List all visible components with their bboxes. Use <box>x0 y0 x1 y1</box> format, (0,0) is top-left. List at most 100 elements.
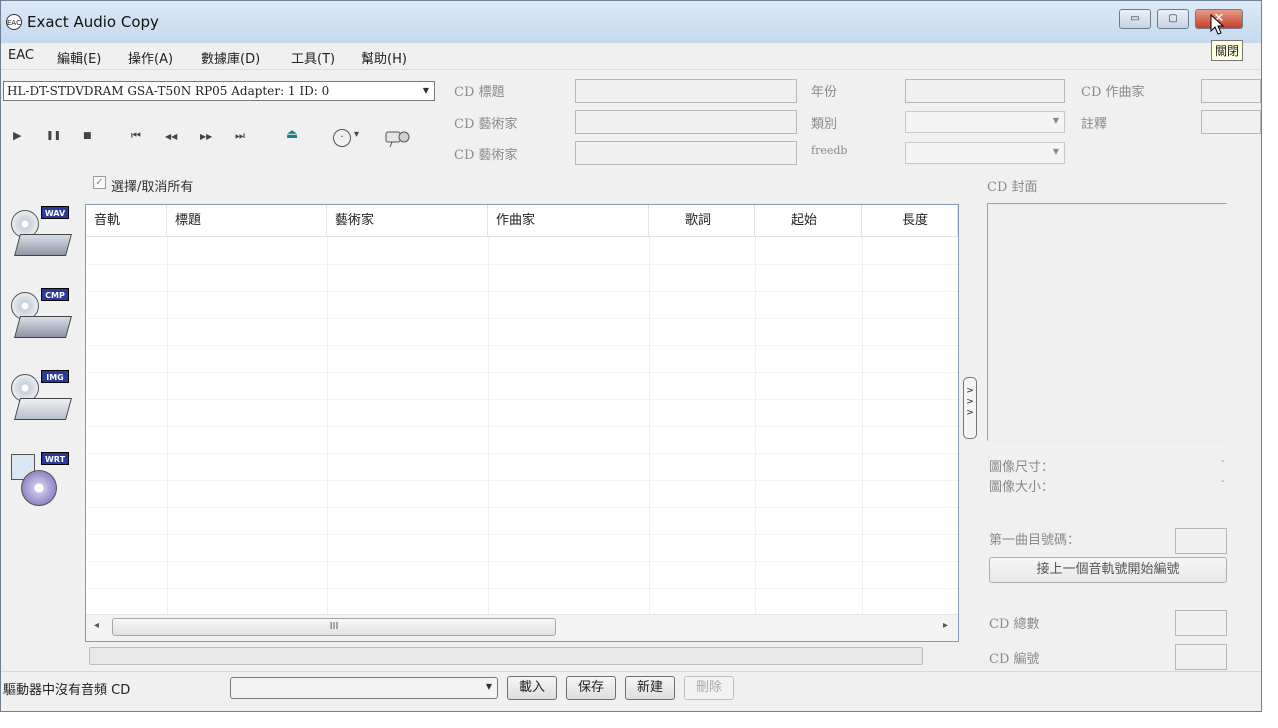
grid-line <box>86 291 958 292</box>
image-filesize-label: 圖像大小： <box>989 480 1055 495</box>
cd-artist-field[interactable] <box>575 110 797 134</box>
scroll-thumb[interactable]: III <box>112 618 556 636</box>
genre-label: 類別 <box>811 117 838 132</box>
grid-line <box>86 372 958 373</box>
column-header-composer[interactable]: 作曲家 <box>488 205 649 237</box>
menu-help[interactable]: 幫助(H) <box>361 48 407 67</box>
composer-label: CD 作曲家 <box>1081 85 1145 100</box>
grid-line <box>86 453 958 454</box>
continue-numbering-button[interactable]: 接上一個音軌號開始編號 <box>989 557 1227 583</box>
grid-line <box>86 588 958 589</box>
write-cd-button[interactable]: WRT <box>7 452 73 516</box>
freedb-label: freedb <box>811 144 848 157</box>
load-button[interactable]: 載入 <box>507 676 557 700</box>
stop-icon[interactable]: ■ <box>83 131 92 141</box>
grid-line <box>86 426 958 427</box>
track-list[interactable]: 音軌 標題 藝術家 作曲家 歌詞 起始 長度 ◂ III ▸ <box>85 204 959 642</box>
wav-badge: WAV <box>41 206 69 219</box>
status-divider <box>1 671 1261 672</box>
first-track-number-label: 第一曲目號碼： <box>989 533 1081 548</box>
menu-eac[interactable]: EAC <box>8 48 34 63</box>
cd-number-field[interactable] <box>1175 644 1227 670</box>
title-bar[interactable]: EAC Exact Audio Copy ▭ ▢ ✕ <box>1 1 1261 43</box>
menu-database[interactable]: 數據庫(D) <box>201 48 260 67</box>
column-header-lyrics[interactable]: 歌詞 <box>649 205 755 237</box>
freedb-dropdown-arrow-icon[interactable]: ▼ <box>1048 143 1064 161</box>
eac-app-icon[interactable]: EAC <box>6 14 22 30</box>
menu-tools[interactable]: 工具(T) <box>291 48 335 67</box>
first-track-number-field[interactable] <box>1175 528 1227 554</box>
cd-cover-image[interactable] <box>987 203 1227 441</box>
eject-icon[interactable]: ⏏ <box>286 127 298 142</box>
play-icon[interactable]: ▶ <box>13 129 21 142</box>
column-header-artist[interactable]: 藝術家 <box>327 205 488 237</box>
cd-count-field[interactable] <box>1175 610 1227 636</box>
cd-number-label: CD 編號 <box>989 652 1040 667</box>
next-track-icon[interactable]: ⏭ <box>235 129 245 143</box>
drive-select-value: HL-DT-STDVDRAM GSA-T50N RP05 Adapter: 1 … <box>7 84 330 98</box>
status-message: 驅動器中沒有音頻 CD <box>3 683 131 698</box>
grid-line <box>86 318 958 319</box>
horizontal-scrollbar[interactable]: ◂ III ▸ <box>86 614 958 641</box>
minimize-button[interactable]: ▭ <box>1119 9 1151 29</box>
select-all-label[interactable]: 選擇/取消所有 <box>111 176 193 195</box>
freedb-select[interactable]: ▼ <box>905 142 1065 164</box>
rewind-icon[interactable]: ◀◀ <box>165 132 177 141</box>
cd-title-field[interactable] <box>575 79 797 103</box>
composer-field[interactable] <box>1201 79 1261 103</box>
genre-dropdown-arrow-icon[interactable]: ▼ <box>1048 112 1064 130</box>
copy-wav-button[interactable]: WAV <box>7 206 73 270</box>
drive-icon <box>14 316 72 338</box>
cd-info-icon[interactable]: · <box>333 129 351 147</box>
copy-compressed-button[interactable]: CMP <box>7 288 73 352</box>
image-dimensions-label: 圖像尺寸： <box>989 460 1055 475</box>
genre-select[interactable]: ▼ <box>905 111 1065 133</box>
comment-field[interactable] <box>1201 110 1261 134</box>
image-dimensions-value: - <box>1221 456 1225 467</box>
grid-line <box>86 561 958 562</box>
maximize-button[interactable]: ▢ <box>1157 9 1189 29</box>
cd-artist2-label: CD 藝術家 <box>454 148 518 163</box>
progress-bar <box>89 647 923 665</box>
wrt-badge: WRT <box>41 452 69 465</box>
drive-dropdown-arrow-icon[interactable]: ▼ <box>418 82 434 100</box>
scroll-left-icon[interactable]: ◂ <box>94 620 99 631</box>
drive-icon <box>14 234 72 256</box>
save-button[interactable]: 保存 <box>566 676 616 700</box>
previous-track-icon[interactable]: ⏮ <box>131 129 141 143</box>
cd-info-dropdown-arrow-icon[interactable]: ▾ <box>354 129 359 140</box>
cmp-badge: CMP <box>41 288 69 301</box>
scroll-right-icon[interactable]: ▸ <box>943 620 948 631</box>
cd-artist-label: CD 藝術家 <box>454 117 518 132</box>
img-badge: IMG <box>41 370 69 383</box>
grid-line <box>86 480 958 481</box>
copy-image-button[interactable]: IMG <box>7 370 73 434</box>
image-filesize-value: - <box>1221 476 1225 487</box>
profile-dropdown-arrow-icon[interactable]: ▼ <box>481 678 497 696</box>
select-all-checkbox[interactable]: ✓ <box>93 176 106 189</box>
menu-action[interactable]: 操作(A) <box>128 48 173 67</box>
delete-button[interactable]: 刪除 <box>684 676 734 700</box>
window-title: Exact Audio Copy <box>27 13 159 31</box>
grid-line <box>86 534 958 535</box>
year-field[interactable] <box>905 79 1065 103</box>
comment-label: 註釋 <box>1081 117 1108 132</box>
menu-edit[interactable]: 編輯(E) <box>57 48 101 67</box>
database-query-icon[interactable] <box>384 126 412 148</box>
column-header-title[interactable]: 標題 <box>167 205 327 237</box>
fast-forward-icon[interactable]: ▶▶ <box>200 132 212 141</box>
main-window: EAC Exact Audio Copy ▭ ▢ ✕ EAC 編輯(E) 操作(… <box>0 0 1262 712</box>
grid-line <box>86 264 958 265</box>
profile-select[interactable]: ▼ <box>230 677 498 699</box>
column-header-length[interactable]: 長度 <box>862 205 958 237</box>
new-button[interactable]: 新建 <box>625 676 675 700</box>
cd-artist2-field[interactable] <box>575 141 797 165</box>
close-tooltip: 關閉 <box>1211 40 1244 61</box>
column-header-start[interactable]: 起始 <box>755 205 862 237</box>
drive-select[interactable]: HL-DT-STDVDRAM GSA-T50N RP05 Adapter: 1 … <box>3 81 435 101</box>
column-header-track[interactable]: 音軌 <box>86 205 167 237</box>
cd-count-label: CD 總數 <box>989 617 1040 632</box>
pause-icon[interactable]: ❚❚ <box>46 131 61 141</box>
cover-panel-toggle[interactable]: > > > <box>963 377 977 439</box>
grid-line <box>86 507 958 508</box>
